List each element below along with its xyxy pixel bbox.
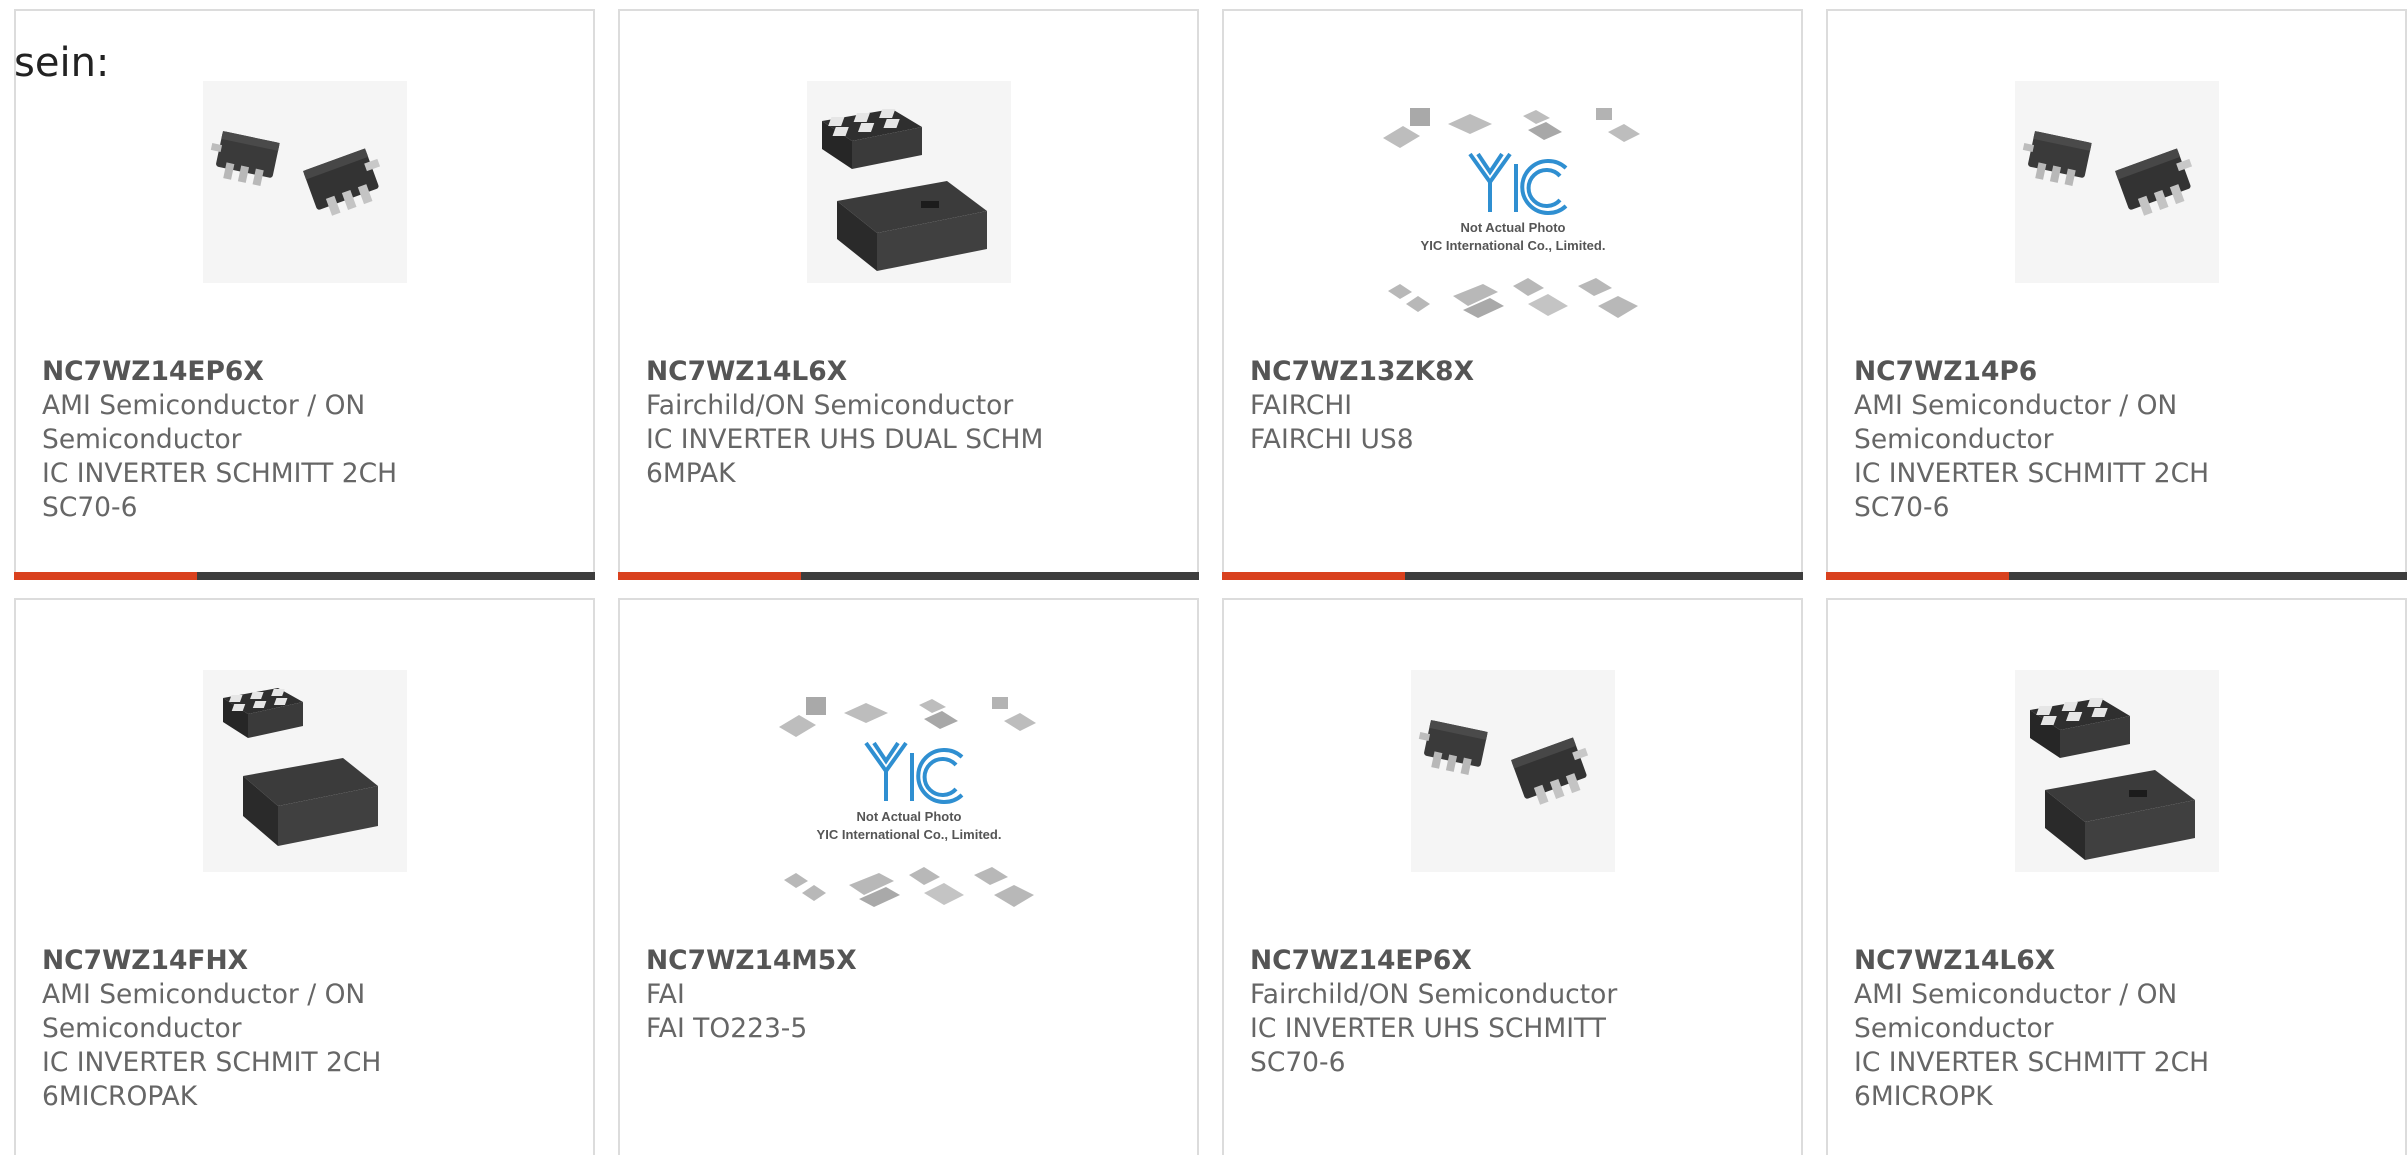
product-grid-page: sein: NC7WZ14EP6X AMI Semiconductor / ON… [0, 0, 2408, 1155]
micropak-package-icon[interactable] [2014, 670, 2219, 872]
manufacturer: Fairchild/ON Semiconductor [646, 390, 1014, 421]
product-card[interactable]: NC7WZ14L6X Fairchild/ON Semiconductor IC… [618, 9, 1199, 580]
description: IC INVERTER SCHMIT 2CH [42, 1047, 382, 1078]
sc70-package-icon[interactable] [202, 81, 407, 283]
part-number-link[interactable]: NC7WZ13ZK8X [1250, 355, 1781, 389]
manufacturer: FAIRCHI [1250, 390, 1353, 421]
part-number-link[interactable]: NC7WZ14P6 [1854, 355, 2385, 389]
description: IC INVERTER SCHMITT 2CH [1854, 1047, 2210, 1078]
package: 6MICROPK [1854, 1081, 1993, 1112]
card-accent-bar [618, 572, 1199, 580]
card-accent-bar [1826, 572, 2407, 580]
manufacturer: AMI Semiconductor / ON Semiconductor [42, 390, 366, 455]
part-number-link[interactable]: NC7WZ14L6X [1854, 944, 2385, 978]
product-card[interactable]: Not Actual Photo YIC International Co., … [1222, 9, 1803, 580]
product-card[interactable]: Not Actual Photo YIC International Co., … [618, 598, 1199, 1155]
product-card[interactable]: NC7WZ14L6X AMI Semiconductor / ON Semico… [1826, 598, 2407, 1155]
description: IC INVERTER UHS DUAL SCHM [646, 424, 1044, 455]
description: IC INVERTER SCHMITT 2CH [42, 458, 398, 489]
product-info: NC7WZ14L6X AMI Semiconductor / ON Semico… [1854, 944, 2385, 1114]
description: FAIRCHI US8 [1250, 424, 1414, 455]
package: 6MICROPAK [42, 1081, 198, 1112]
package: SC70-6 [1854, 492, 1950, 523]
product-info: NC7WZ14L6X Fairchild/ON Semiconductor IC… [646, 355, 1177, 491]
placeholder-caption: Not Actual Photo [1460, 220, 1565, 235]
placeholder-caption: Not Actual Photo [856, 809, 961, 824]
description: FAI TO223-5 [646, 1013, 808, 1044]
card-accent-bar [14, 572, 595, 580]
product-info: NC7WZ14EP6X Fairchild/ON Semiconductor I… [1250, 944, 1781, 1080]
manufacturer: Fairchild/ON Semiconductor [1250, 979, 1618, 1010]
product-info: NC7WZ14P6 AMI Semiconductor / ON Semicon… [1854, 355, 2385, 525]
sc70-package-icon[interactable] [2014, 81, 2219, 283]
manufacturer: AMI Semiconductor / ON Semiconductor [1854, 979, 2178, 1044]
lead-text: sein: [14, 40, 110, 86]
product-card[interactable]: NC7WZ14P6 AMI Semiconductor / ON Semicon… [1826, 9, 2407, 580]
product-info: NC7WZ14M5X FAI FAI TO223-5 [646, 944, 1177, 1046]
package: SC70-6 [1250, 1047, 1346, 1078]
manufacturer: FAI [646, 979, 685, 1010]
sc70-package-icon[interactable] [1410, 670, 1615, 872]
manufacturer: AMI Semiconductor / ON Semiconductor [1854, 390, 2178, 455]
package: 6MPAK [646, 458, 736, 489]
part-number-link[interactable]: NC7WZ14EP6X [42, 355, 573, 389]
product-card[interactable]: NC7WZ14EP6X Fairchild/ON Semiconductor I… [1222, 598, 1803, 1155]
part-number-link[interactable]: NC7WZ14EP6X [1250, 944, 1781, 978]
description: IC INVERTER SCHMITT 2CH [1854, 458, 2210, 489]
package: SC70-6 [42, 492, 138, 523]
manufacturer: AMI Semiconductor / ON Semiconductor [42, 979, 366, 1044]
part-number-link[interactable]: NC7WZ14L6X [646, 355, 1177, 389]
product-info: NC7WZ13ZK8X FAIRCHI FAIRCHI US8 [1250, 355, 1781, 457]
part-number-link[interactable]: NC7WZ14FHX [42, 944, 573, 978]
not-actual-photo-placeholder[interactable]: Not Actual Photo YIC International Co., … [1377, 96, 1648, 336]
not-actual-photo-placeholder[interactable]: Not Actual Photo YIC International Co., … [773, 685, 1044, 925]
card-accent-bar [1222, 572, 1803, 580]
product-card[interactable]: NC7WZ14FHX AMI Semiconductor / ON Semico… [14, 598, 595, 1155]
micropak-package-icon[interactable] [806, 81, 1011, 283]
description: IC INVERTER UHS SCHMITT [1250, 1013, 1606, 1044]
micropak-package-icon[interactable] [202, 670, 407, 872]
part-number-link[interactable]: NC7WZ14M5X [646, 944, 1177, 978]
product-card[interactable]: NC7WZ14EP6X AMI Semiconductor / ON Semic… [14, 9, 595, 580]
product-info: NC7WZ14FHX AMI Semiconductor / ON Semico… [42, 944, 573, 1114]
product-info: NC7WZ14EP6X AMI Semiconductor / ON Semic… [42, 355, 573, 525]
placeholder-company: YIC International Co., Limited. [1420, 238, 1605, 253]
placeholder-company: YIC International Co., Limited. [816, 827, 1001, 842]
